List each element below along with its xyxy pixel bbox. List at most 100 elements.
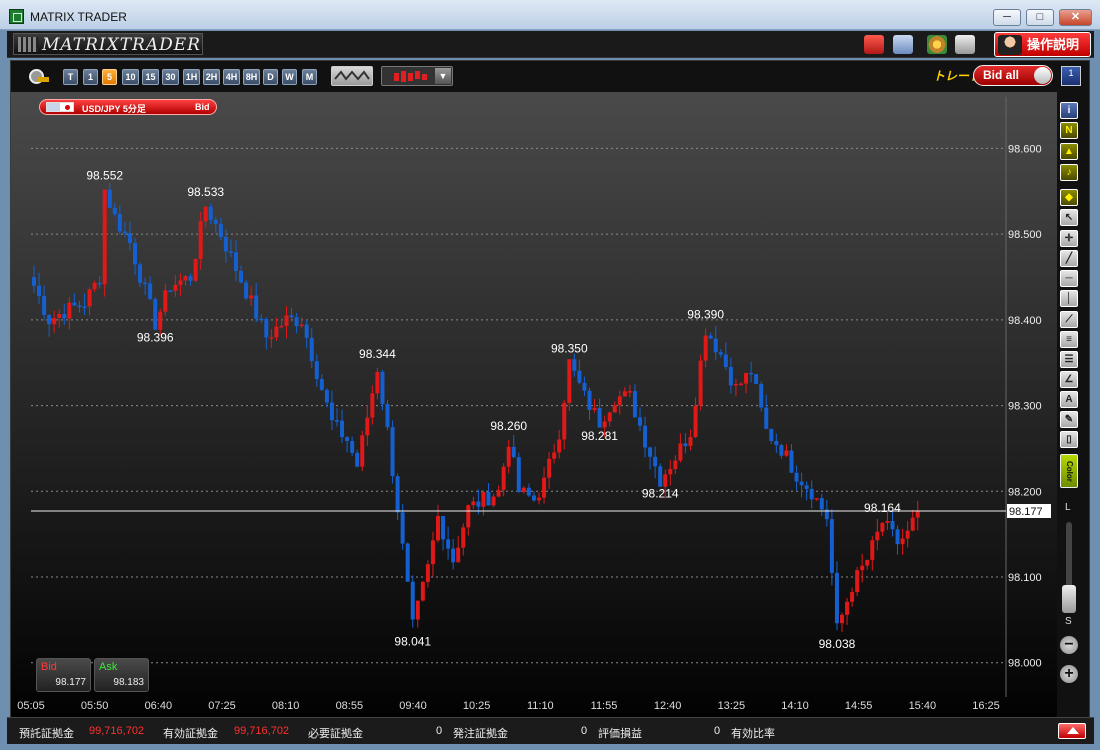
candle-body <box>784 450 789 456</box>
color-tool-button[interactable]: Color <box>1060 454 1078 488</box>
candle-body <box>526 487 531 496</box>
candle-body <box>638 417 642 426</box>
cursor-icon[interactable]: ↖ <box>1060 209 1078 226</box>
candlestick-chart[interactable]: 98.000 98.100 98.200 98.300 98.400 98.500 98.6… <box>11 92 1058 717</box>
vertical-line-icon[interactable]: │ <box>1060 290 1078 307</box>
timeframe-button-5[interactable]: 5 <box>102 69 117 85</box>
y-tick-label: 98.400 <box>1008 315 1042 327</box>
y-tick-label: 98.200 <box>1008 486 1042 498</box>
candle-body <box>804 485 809 489</box>
symbol-badge[interactable]: USD/JPY 5分足 Bid <box>39 99 217 115</box>
chart-overlay-icon[interactable]: ▲ <box>1060 143 1078 160</box>
candle-body <box>254 295 259 319</box>
candle-body <box>744 372 749 384</box>
candle-body <box>718 352 723 355</box>
candle-body <box>774 440 779 446</box>
chart-toolbar: T 1 5 10 15 30 1H 2H 4H 8H D W M ▼ トレード Bid all 1 <box>10 60 1090 92</box>
crosshair-icon[interactable]: ✛ <box>1060 230 1078 247</box>
timeframe-button-8h[interactable]: 8H <box>243 69 260 85</box>
candle-body <box>82 306 87 308</box>
indicator-icon[interactable]: N <box>1060 122 1078 139</box>
chart-type-button[interactable] <box>331 66 373 86</box>
minimize-button[interactable]: ─ <box>993 9 1021 26</box>
help-button[interactable]: 操作説明 <box>994 32 1091 57</box>
timeframe-button-1h[interactable]: 1H <box>183 69 200 85</box>
price-annotation: 98.041 <box>394 635 431 649</box>
timeframe-button-m[interactable]: M <box>302 69 317 85</box>
eraser-icon[interactable]: ✎ <box>1060 411 1078 428</box>
candle-body <box>572 359 577 371</box>
candle-body <box>890 520 895 530</box>
candle-body <box>37 285 42 296</box>
timeframe-button-10[interactable]: 10 <box>122 69 139 85</box>
zoom-slider-handle[interactable] <box>1062 585 1076 613</box>
fibonacci-fan-icon[interactable]: ⟋ <box>1060 311 1078 328</box>
expand-panel-icon[interactable] <box>1058 723 1086 739</box>
candle-body <box>552 452 557 459</box>
timeframe-button-t[interactable]: T <box>63 69 78 85</box>
candle-body <box>173 284 178 291</box>
close-button[interactable]: ✕ <box>1059 9 1092 26</box>
bid-all-label: Bid all <box>983 68 1020 82</box>
panel-number-button[interactable]: 1 <box>1061 66 1081 86</box>
chart-area[interactable]: 98.000 98.100 98.200 98.300 98.400 98.500 98.6… <box>10 92 1058 717</box>
alert-bell-icon[interactable]: ♪ <box>1060 164 1078 181</box>
timeframe-button-15[interactable]: 15 <box>142 69 159 85</box>
price-annotation: 98.344 <box>359 347 396 361</box>
briefcase-icon[interactable] <box>864 35 884 54</box>
window-titlebar: MATRIX TRADER ─ □ ✕ <box>0 0 1100 30</box>
gann-icon[interactable]: ∠ <box>1060 371 1078 388</box>
candle-body <box>531 495 536 501</box>
candle-body <box>425 564 430 582</box>
candle-body <box>203 206 208 222</box>
candle-body <box>698 360 703 406</box>
info-icon[interactable]: i <box>1060 102 1078 119</box>
candle-body <box>764 407 769 429</box>
zoom-out-button[interactable]: − <box>1060 636 1078 654</box>
text-tool-icon[interactable]: A <box>1060 391 1078 408</box>
delete-icon[interactable]: ▯ <box>1060 431 1078 448</box>
fibonacci-retracement-icon[interactable]: ≡ <box>1060 331 1078 348</box>
save-icon[interactable] <box>893 35 913 54</box>
trendline-icon[interactable]: ╱ <box>1060 250 1078 267</box>
candle-body <box>840 614 844 624</box>
candle-body <box>365 417 370 436</box>
candle-body <box>112 207 117 215</box>
candle-body <box>340 420 345 438</box>
candle-body <box>234 252 238 271</box>
chart-background <box>11 92 1058 717</box>
timeframe-button-30[interactable]: 30 <box>162 69 179 85</box>
timeframe-button-2h[interactable]: 2H <box>203 69 220 85</box>
candle-color-select[interactable]: ▼ <box>381 66 453 86</box>
swatch <box>408 73 413 81</box>
horizontal-line-icon[interactable]: ─ <box>1060 270 1078 287</box>
swatch <box>422 74 427 80</box>
candle-body <box>117 214 122 232</box>
candle-body <box>607 412 612 422</box>
y-tick-label: 98.500 <box>1008 229 1042 241</box>
channel-icon[interactable]: ☰ <box>1060 351 1078 368</box>
bid-all-toggle[interactable]: Bid all <box>973 65 1053 86</box>
timeframe-button-4h[interactable]: 4H <box>223 69 240 85</box>
candle-body <box>683 443 688 447</box>
candle-body <box>405 543 410 582</box>
bid-value: 98.177 <box>55 677 86 688</box>
candle-body <box>32 277 36 286</box>
palette-icon[interactable] <box>927 35 947 54</box>
candle-body <box>834 572 839 624</box>
maximize-button[interactable]: □ <box>1026 9 1054 26</box>
candle-body <box>178 280 183 285</box>
price-annotation: 98.552 <box>86 169 123 183</box>
timeframe-button-d[interactable]: D <box>263 69 278 85</box>
print-icon[interactable] <box>955 35 975 54</box>
candle-body <box>678 443 683 461</box>
timeframe-button-w[interactable]: W <box>282 69 297 85</box>
news-icon[interactable]: ◆ <box>1060 189 1078 206</box>
zoom-magnifier-icon[interactable] <box>29 69 49 85</box>
x-tick-label: 16:25 <box>972 700 1000 712</box>
timeframe-button-1[interactable]: 1 <box>83 69 98 85</box>
candle-body <box>350 440 355 453</box>
help-button-label: 操作説明 <box>1027 37 1080 52</box>
candle-body <box>693 405 698 438</box>
zoom-in-button[interactable]: + <box>1060 665 1078 683</box>
